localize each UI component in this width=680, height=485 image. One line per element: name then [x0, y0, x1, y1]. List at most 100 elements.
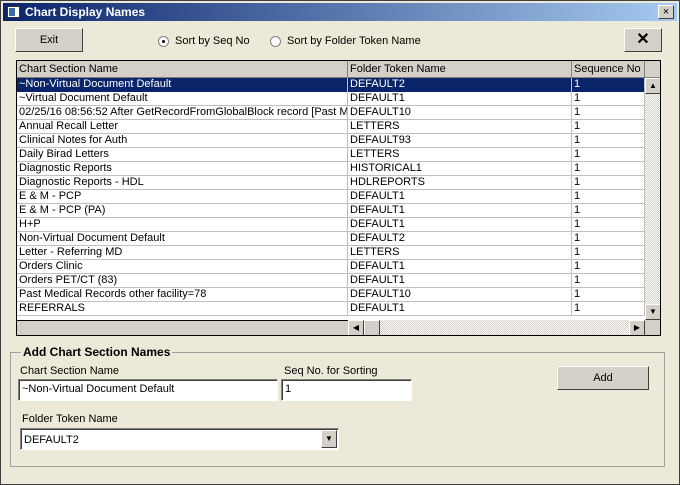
scroll-thumb[interactable] [364, 320, 380, 335]
scroll-right-icon[interactable]: ▶ [629, 320, 645, 335]
cell-folder-token[interactable]: DEFAULT1 [348, 274, 572, 288]
section-name-input[interactable]: ~Non-Virtual Document Default [18, 379, 278, 401]
table-row[interactable]: Clinical Notes for Auth DEFAULT93 1 [17, 134, 645, 148]
cell-chart-section[interactable]: Diagnostic Reports - HDL [17, 176, 348, 190]
exit-button[interactable]: Exit [15, 28, 83, 52]
cell-folder-token[interactable]: DEFAULT2 [348, 232, 572, 246]
cell-chart-section[interactable]: E & M - PCP [17, 190, 348, 204]
cell-chart-section[interactable]: Daily Birad Letters [17, 148, 348, 162]
cell-sequence[interactable]: 1 [572, 302, 645, 316]
frozen-scroll-area [17, 320, 348, 335]
cell-folder-token[interactable]: DEFAULT1 [348, 302, 572, 316]
table-row[interactable]: Non-Virtual Document Default DEFAULT2 1 [17, 232, 645, 246]
cell-sequence[interactable]: 1 [572, 190, 645, 204]
cell-sequence[interactable]: 1 [572, 134, 645, 148]
radio-checked-icon [158, 35, 169, 47]
cell-folder-token[interactable]: HDLREPORTS [348, 176, 572, 190]
sort-by-folder-radio[interactable]: Sort by Folder Token Name [270, 35, 421, 47]
cell-folder-token[interactable]: DEFAULT1 [348, 218, 572, 232]
table-row[interactable]: Orders PET/CT (83) DEFAULT1 1 [17, 274, 645, 288]
cell-chart-section[interactable]: Past Medical Records other facility=78 [17, 288, 348, 302]
close-x-button[interactable]: ✕ [624, 28, 662, 52]
table-row[interactable]: Diagnostic Reports - HDL HDLREPORTS 1 [17, 176, 645, 190]
cell-sequence[interactable]: 1 [572, 78, 645, 92]
table-row[interactable]: ~Non-Virtual Document Default DEFAULT2 1 [17, 78, 645, 92]
window-close-button[interactable]: × [658, 5, 674, 19]
horizontal-scrollbar[interactable]: ◀ ▶ [348, 320, 645, 335]
header-corner [645, 61, 660, 78]
scroll-corner [645, 320, 660, 335]
table-row[interactable]: Orders Clinic DEFAULT1 1 [17, 260, 645, 274]
table-row[interactable]: ~Virtual Document Default DEFAULT1 1 [17, 92, 645, 106]
cell-chart-section[interactable]: REFERRALS [17, 302, 348, 316]
cell-sequence[interactable]: 1 [572, 274, 645, 288]
table-row[interactable]: REFERRALS DEFAULT1 1 [17, 302, 645, 316]
cell-chart-section[interactable]: Annual Recall Letter [17, 120, 348, 134]
cell-chart-section[interactable]: ~Non-Virtual Document Default [17, 78, 348, 92]
cell-folder-token[interactable]: DEFAULT1 [348, 92, 572, 106]
table-row[interactable]: 02/25/16 08:56:52 After GetRecordFromGlo… [17, 106, 645, 120]
cell-folder-token[interactable]: DEFAULT10 [348, 288, 572, 302]
cell-sequence[interactable]: 1 [572, 106, 645, 120]
chart-sections-grid[interactable]: Chart Section Name Folder Token Name Seq… [16, 60, 661, 336]
cell-folder-token[interactable]: DEFAULT93 [348, 134, 572, 148]
cell-folder-token[interactable]: DEFAULT2 [348, 78, 572, 92]
folder-token-label: Folder Token Name [22, 413, 118, 425]
sort-folder-label: Sort by Folder Token Name [287, 35, 421, 47]
cell-folder-token[interactable]: LETTERS [348, 120, 572, 134]
cell-folder-token[interactable]: HISTORICAL1 [348, 162, 572, 176]
seq-input[interactable]: 1 [281, 379, 412, 401]
app-icon [7, 6, 20, 18]
table-row[interactable]: Past Medical Records other facility=78 DE… [17, 288, 645, 302]
cell-chart-section[interactable]: Orders PET/CT (83) [17, 274, 348, 288]
cell-chart-section[interactable]: 02/25/16 08:56:52 After GetRecordFromGlo… [17, 106, 348, 120]
cell-chart-section[interactable]: Orders Clinic [17, 260, 348, 274]
cell-folder-token[interactable]: DEFAULT10 [348, 106, 572, 120]
column-header-sequence[interactable]: Sequence No [572, 61, 645, 78]
cell-folder-token[interactable]: DEFAULT1 [348, 204, 572, 218]
cell-chart-section[interactable]: Diagnostic Reports [17, 162, 348, 176]
cell-sequence[interactable]: 1 [572, 204, 645, 218]
column-header-folder-token[interactable]: Folder Token Name [348, 61, 572, 78]
sort-by-seq-radio[interactable]: Sort by Seq No [158, 35, 250, 47]
cell-chart-section[interactable]: E & M - PCP (PA) [17, 204, 348, 218]
title-bar: Chart Display Names × [3, 3, 677, 21]
cell-sequence[interactable]: 1 [572, 176, 645, 190]
cell-sequence[interactable]: 1 [572, 162, 645, 176]
cell-sequence[interactable]: 1 [572, 246, 645, 260]
cell-chart-section[interactable]: Clinical Notes for Auth [17, 134, 348, 148]
vertical-scrollbar[interactable]: ▲ ▼ [645, 78, 660, 320]
folder-token-value: DEFAULT2 [24, 434, 79, 446]
table-row[interactable]: E & M - PCP DEFAULT1 1 [17, 190, 645, 204]
cell-chart-section[interactable]: H+P [17, 218, 348, 232]
folder-token-select[interactable]: DEFAULT2 ▼ [20, 428, 339, 450]
cell-folder-token[interactable]: LETTERS [348, 246, 572, 260]
cell-chart-section[interactable]: Non-Virtual Document Default [17, 232, 348, 246]
column-header-chart-section[interactable]: Chart Section Name [17, 61, 348, 78]
cell-sequence[interactable]: 1 [572, 232, 645, 246]
cell-sequence[interactable]: 1 [572, 148, 645, 162]
cell-sequence[interactable]: 1 [572, 288, 645, 302]
table-row[interactable]: H+P DEFAULT1 1 [17, 218, 645, 232]
cell-chart-section[interactable]: ~Virtual Document Default [17, 92, 348, 106]
cell-sequence[interactable]: 1 [572, 260, 645, 274]
scroll-left-icon[interactable]: ◀ [348, 320, 364, 335]
table-row[interactable]: E & M - PCP (PA) DEFAULT1 1 [17, 204, 645, 218]
table-row[interactable]: Daily Birad Letters LETTERS 1 [17, 148, 645, 162]
scroll-down-icon[interactable]: ▼ [645, 304, 660, 320]
cell-sequence[interactable]: 1 [572, 218, 645, 232]
chevron-down-icon[interactable]: ▼ [321, 430, 337, 448]
table-row[interactable]: Annual Recall Letter LETTERS 1 [17, 120, 645, 134]
cell-sequence[interactable]: 1 [572, 92, 645, 106]
cell-folder-token[interactable]: DEFAULT1 [348, 190, 572, 204]
scroll-up-icon[interactable]: ▲ [645, 78, 660, 94]
table-row[interactable]: Letter - Referring MD LETTERS 1 [17, 246, 645, 260]
cell-sequence[interactable]: 1 [572, 120, 645, 134]
table-row[interactable]: Diagnostic Reports HISTORICAL1 1 [17, 162, 645, 176]
section-name-label: Chart Section Name [20, 365, 120, 377]
add-button[interactable]: Add [557, 366, 649, 390]
cell-folder-token[interactable]: LETTERS [348, 148, 572, 162]
sort-seq-label: Sort by Seq No [175, 35, 250, 47]
cell-chart-section[interactable]: Letter - Referring MD [17, 246, 348, 260]
cell-folder-token[interactable]: DEFAULT1 [348, 260, 572, 274]
